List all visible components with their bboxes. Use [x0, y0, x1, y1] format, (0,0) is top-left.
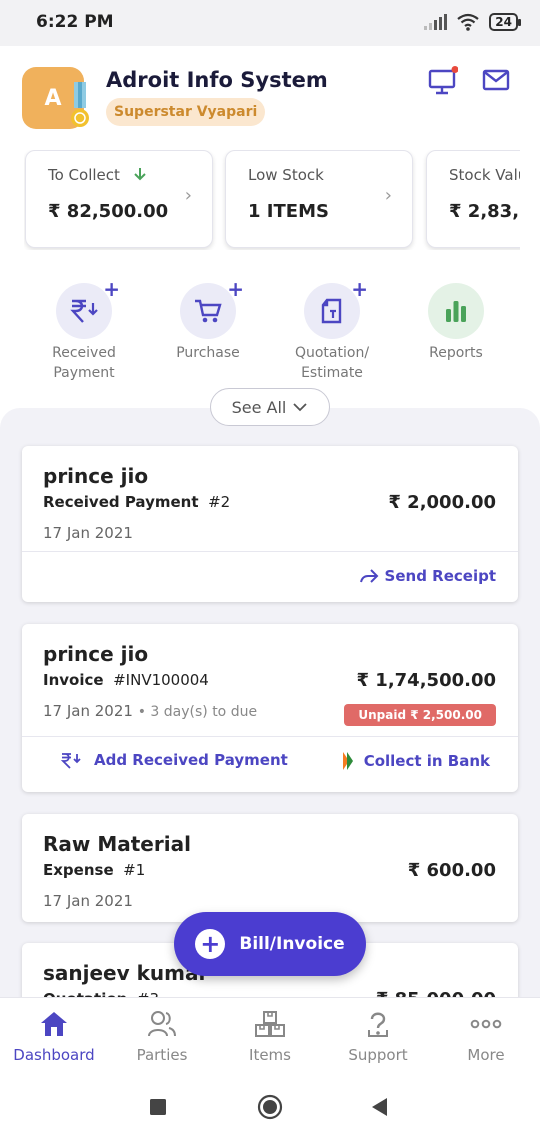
plus-icon: + — [195, 929, 226, 959]
quick-quotation[interactable]: + Quotation/ Estimate — [277, 277, 387, 383]
transaction-date: 17 Jan 2021 • 3 day(s) to due — [43, 702, 258, 720]
mail-icon[interactable] — [482, 66, 512, 96]
transaction-type: Received Payment #2 — [43, 493, 231, 511]
avatar-letter: A — [44, 85, 62, 111]
company-name[interactable]: Adroit Info System — [106, 68, 328, 92]
document-icon: + — [304, 277, 368, 339]
bottom-nav: Dashboard Parties Items Support More — [0, 997, 540, 1075]
nav-items[interactable]: Items — [220, 1010, 320, 1064]
share-icon — [359, 569, 378, 583]
status-time: 6:22 PM — [36, 12, 114, 32]
summary-cards: To Collect ₹ 82,500.00 › Low Stock 1 ITE… — [24, 150, 520, 250]
boxes-icon — [255, 1011, 285, 1037]
quick-purchase[interactable]: + Purchase — [153, 277, 263, 363]
transaction-amount: ₹ 2,000.00 — [388, 492, 496, 513]
medal-icon — [71, 82, 89, 127]
recents-icon[interactable] — [149, 1098, 167, 1116]
party-name: prince jio — [43, 642, 149, 666]
cart-icon: + — [180, 277, 244, 339]
card-title: Stock Valu — [449, 166, 520, 184]
chevron-right-icon: › — [184, 185, 192, 206]
quick-label: Received Payment — [52, 345, 116, 381]
send-receipt-label: Send Receipt — [384, 567, 496, 585]
status-bar: 6:22 PM 24 — [0, 0, 540, 46]
bhim-icon — [342, 752, 353, 770]
more-icon — [470, 1019, 502, 1029]
bar-chart-icon — [428, 283, 484, 339]
party-name: Raw Material — [43, 832, 191, 856]
send-receipt-button[interactable]: Send Receipt — [359, 567, 496, 585]
see-all-label: See All — [231, 397, 287, 417]
desktop-icon[interactable] — [428, 66, 458, 96]
wifi-icon — [457, 13, 479, 31]
quick-actions: + Received Payment + Purchase + Quotatio… — [0, 277, 540, 383]
divider — [22, 736, 518, 737]
due-text: • 3 day(s) to due — [137, 704, 258, 720]
transaction-type: Expense #1 — [43, 861, 146, 879]
quick-label: Quotation/ Estimate — [294, 345, 370, 381]
received-payment-icon: + — [56, 277, 120, 339]
card-title: To Collect — [48, 166, 147, 184]
quick-received-payment[interactable]: + Received Payment — [29, 277, 139, 383]
card-to-collect[interactable]: To Collect ₹ 82,500.00 › — [25, 150, 213, 248]
transaction-card[interactable]: prince jio Received Payment #2 17 Jan 20… — [22, 446, 518, 602]
status-icons: 24 — [424, 13, 521, 31]
home-icon — [41, 1012, 67, 1036]
app-header: A Adroit Info System Superstar Vyapari — [0, 46, 540, 141]
nav-label: Support — [348, 1046, 408, 1064]
nav-more[interactable]: More — [436, 1010, 536, 1064]
collect-in-bank-label: Collect in Bank — [363, 752, 490, 770]
transaction-amount: ₹ 600.00 — [407, 860, 496, 881]
card-value: ₹ 2,83,5 — [449, 201, 520, 222]
vyapari-badge[interactable]: Superstar Vyapari — [106, 98, 266, 126]
card-value: ₹ 82,500.00 — [48, 201, 169, 222]
nav-label: Dashboard — [13, 1046, 95, 1064]
see-all-button[interactable]: See All — [210, 388, 330, 426]
chevron-down-icon — [293, 403, 308, 412]
add-received-payment-label: Add Received Payment — [94, 751, 288, 769]
transaction-card[interactable]: Raw Material Expense #1 17 Jan 2021 ₹ 60… — [22, 814, 518, 922]
nav-label: More — [467, 1046, 505, 1064]
plus-icon: + — [227, 277, 244, 301]
battery-level: 24 — [495, 15, 512, 29]
back-icon[interactable] — [370, 1097, 388, 1117]
chevron-right-icon: › — [384, 185, 392, 206]
nav-support[interactable]: Support — [328, 1010, 428, 1064]
collect-in-bank-button[interactable]: Collect in Bank — [340, 751, 490, 771]
transaction-amount: ₹ 1,74,500.00 — [356, 670, 497, 691]
unpaid-badge: Unpaid ₹ 2,500.00 — [344, 704, 496, 726]
bill-invoice-button[interactable]: + Bill/Invoice — [174, 912, 366, 976]
nav-label: Parties — [136, 1046, 188, 1064]
plus-icon: + — [103, 277, 120, 301]
nav-dashboard[interactable]: Dashboard — [4, 1010, 104, 1064]
signal-icon — [424, 14, 448, 30]
add-received-payment-button[interactable]: Add Received Payment — [60, 751, 288, 769]
arrow-down-icon — [133, 168, 146, 181]
divider — [22, 551, 518, 552]
transaction-type: Invoice #INV100004 — [43, 671, 209, 689]
battery-icon: 24 — [489, 13, 521, 31]
help-icon — [368, 1012, 388, 1037]
card-low-stock[interactable]: Low Stock 1 ITEMS › — [225, 150, 413, 248]
quick-label: Reports — [429, 345, 483, 361]
quick-reports[interactable]: Reports — [401, 280, 511, 363]
quick-label: Purchase — [176, 345, 240, 361]
system-nav-bar — [0, 1075, 540, 1140]
transaction-date: 17 Jan 2021 — [43, 892, 133, 910]
people-icon — [148, 1011, 176, 1037]
nav-label: Items — [249, 1046, 291, 1064]
plus-icon: + — [351, 277, 368, 301]
party-name: prince jio — [43, 464, 149, 488]
bill-invoice-label: Bill/Invoice — [239, 934, 345, 954]
transaction-date: 17 Jan 2021 — [43, 524, 133, 542]
rupee-arrow-icon — [60, 753, 81, 769]
nav-parties[interactable]: Parties — [112, 1010, 212, 1064]
transaction-card[interactable]: prince jio Invoice #INV100004 17 Jan 202… — [22, 624, 518, 792]
home-button-icon[interactable] — [257, 1094, 283, 1120]
card-stock-value[interactable]: Stock Valu ₹ 2,83,5 — [426, 150, 520, 248]
card-title: Low Stock — [248, 166, 324, 184]
card-value: 1 ITEMS — [248, 201, 329, 222]
